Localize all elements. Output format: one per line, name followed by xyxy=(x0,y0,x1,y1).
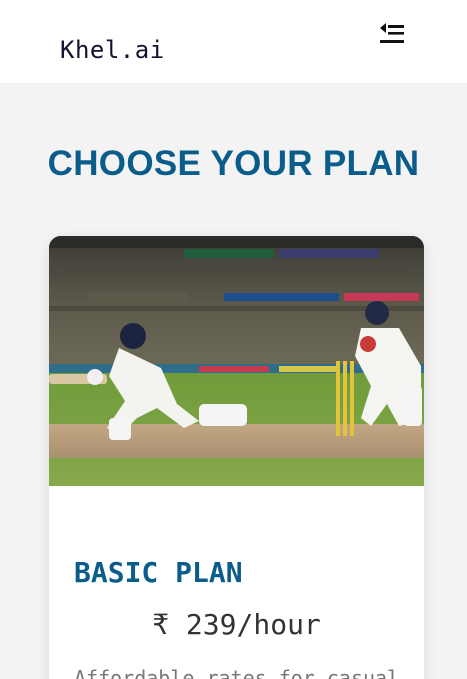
menu-collapse-icon xyxy=(380,23,404,43)
page-title: CHOOSE YOUR PLAN xyxy=(47,144,420,183)
plan-price: ₹ 239/hour xyxy=(152,608,321,641)
plan-name: BASIC PLAN xyxy=(74,556,243,589)
plan-card[interactable]: BASIC PLAN ₹ 239/hour Affordable rates f… xyxy=(49,236,424,679)
brand-logo[interactable]: Khel.ai xyxy=(60,36,165,64)
top-navbar: Khel.ai xyxy=(0,0,467,83)
cricket-batsman-photo xyxy=(49,236,424,486)
plan-description: Affordable rates for casual xyxy=(74,666,400,679)
menu-toggle-button[interactable] xyxy=(380,22,406,46)
